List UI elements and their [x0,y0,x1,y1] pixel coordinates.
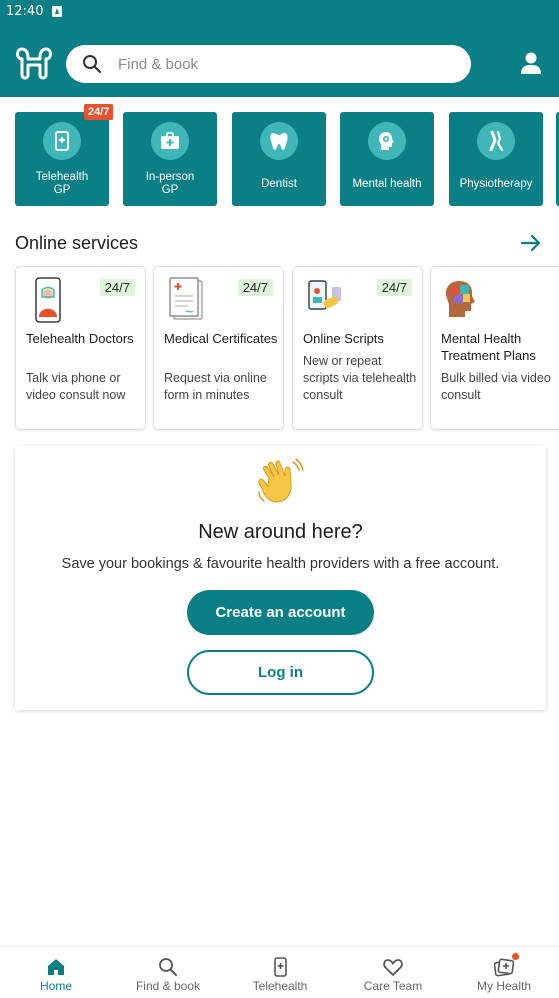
notification-a-icon [52,6,62,17]
category-label-line1: In-person [145,171,195,183]
notification-dot [512,953,519,960]
service-title: Mental Health Treatment Plans [441,331,536,363]
service-description: Request via online form in minutes [164,371,267,402]
status-time: 12:40 [6,4,44,19]
category-label: Dentist [261,178,297,190]
welcome-heading: New around here? [198,521,363,543]
telehealth-phone-icon [43,122,81,160]
nav-home[interactable]: Home [1,947,111,998]
nav-label: Telehealth [252,979,308,993]
telehealth-doctor-illustration-icon [35,277,61,323]
service-card-online-scripts[interactable]: 24/7 Online Scripts New or repeat script… [292,266,423,430]
healthengine-logo-icon[interactable] [14,45,54,81]
service-description: Bulk billed via video consult [441,371,551,402]
nav-care-team[interactable]: Care Team [338,947,448,998]
availability-tag: 24/7 [237,279,273,296]
category-label-line2: GP [53,184,71,196]
bottom-navigation: Home Find & book Telehealth Care Team My… [0,946,559,998]
category-dentist[interactable]: Dentist [232,112,326,206]
log-in-button[interactable]: Log in [187,650,374,695]
category-mental-health[interactable]: Mental health [340,112,434,206]
app-header [0,26,559,97]
heart-icon [383,959,403,976]
tooth-icon [260,122,298,160]
availability-tag: 24/7 [376,279,412,296]
telehealth-phone-icon [274,957,287,977]
search-icon [159,958,177,976]
service-title: Online Scripts [303,331,384,346]
service-description: New or repeat scripts via telehealth con… [303,354,417,402]
welcome-card: New around here? Save your bookings & fa… [15,446,546,710]
nav-telehealth[interactable]: Telehealth [225,947,335,998]
medical-certificate-illustration-icon [169,277,203,320]
availability-badge: 24/7 [84,104,114,120]
service-card-medical-certificates[interactable]: 24/7 Medical Certificates Request via on… [153,266,284,430]
category-label-line2: GP [161,184,179,196]
create-account-button[interactable]: Create an account [187,590,374,635]
home-icon [48,959,64,975]
user-profile-icon[interactable] [520,51,542,75]
medical-bag-icon [151,122,189,160]
mental-health-puzzle-head-icon [445,281,475,317]
category-label: Mental health [352,178,422,190]
service-title: Telehealth Doctors [26,331,134,346]
service-description: Talk via phone or video consult now [26,371,126,402]
search-input[interactable] [118,51,448,77]
welcome-text: Save your bookings & favourite health pr… [61,556,500,572]
knee-joint-icon [477,122,515,160]
arrow-right-icon[interactable] [520,233,542,253]
category-in-person-gp[interactable]: In-person GP [123,112,217,206]
service-card-telehealth-doctors[interactable]: 24/7 Telehealth Doctors Talk via phone o… [15,266,146,430]
category-tiles: Telehealth GP 24/7 In-person GP Dentist … [0,104,559,207]
category-telehealth-gp[interactable]: Telehealth GP [15,112,109,206]
nav-find-book[interactable]: Find & book [113,947,223,998]
availability-tag: 24/7 [99,279,135,296]
nav-label: Care Team [363,979,423,993]
service-title: Medical Certificates [164,331,278,346]
online-services-title: Online services [15,233,139,253]
health-cards-icon [494,958,514,977]
category-label: Physiotherapy [459,178,533,190]
head-mind-icon [368,122,406,160]
search-icon [83,55,102,74]
nav-label: Home [39,979,72,993]
nav-label: My Health [476,979,532,993]
search-bar[interactable] [66,45,471,83]
category-label-line1: Telehealth [35,171,89,183]
status-bar: 12:40 [0,0,559,26]
service-card-mental-health-plans[interactable]: Mental Health Treatment Plans Bulk bille… [430,266,559,430]
nav-my-health[interactable]: My Health [449,947,559,998]
waving-hand-icon [258,458,304,503]
category-physiotherapy[interactable]: Physiotherapy [449,112,543,206]
online-scripts-illustration-icon [308,280,341,310]
nav-label: Find & book [135,979,201,993]
